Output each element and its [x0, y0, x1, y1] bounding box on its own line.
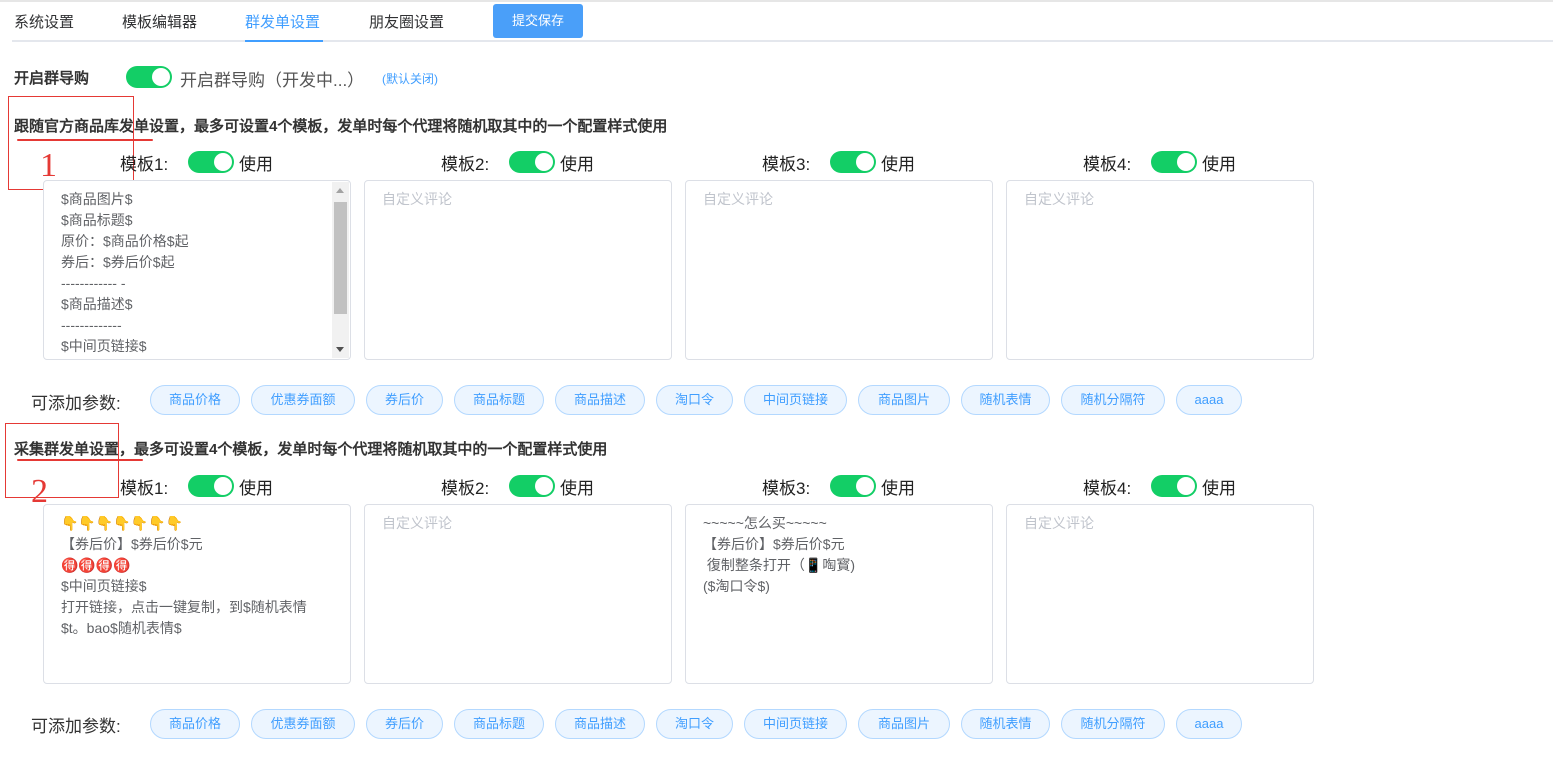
annotation-box-1 [8, 96, 134, 190]
group-buy-default-hint: (默认关闭) [382, 72, 438, 86]
template-2-label: 模板2: [441, 155, 490, 174]
template-4-label: 模板4: [1083, 479, 1132, 498]
switch-knob [214, 477, 232, 495]
tab-template-editor[interactable]: 模板编辑器 [122, 11, 197, 32]
tab-group-send-settings[interactable]: 群发单设置 [245, 11, 320, 32]
param-tag-product-image[interactable]: 商品图片 [858, 709, 950, 739]
params-label: 可添加参数: [31, 717, 121, 736]
template-1-label: 模板1: [120, 155, 169, 174]
params-label: 可添加参数: [31, 394, 121, 413]
template-2-placeholder: 自定义评论 [382, 191, 452, 207]
template-1-content: 👇👇👇👇👇👇👇 【券后价】$券后价$元 🉐🉐🉐🉐 $中间页链接$ 打开链接，点击… [61, 515, 307, 636]
switch-knob [152, 68, 170, 86]
param-tag-random-separator[interactable]: 随机分隔符 [1061, 385, 1165, 415]
scroll-thumb[interactable] [334, 202, 347, 314]
template-2-use-label: 使用 [560, 479, 594, 498]
param-tag-middle-page-link[interactable]: 中间页链接 [744, 709, 847, 739]
param-tag-random-emoji[interactable]: 随机表情 [961, 709, 1050, 739]
settings-tabs: 系统设置 模板编辑器 群发单设置 朋友圈设置 提交保存 [0, 0, 1553, 42]
template-3-placeholder: 自定义评论 [703, 191, 773, 207]
param-tag-coupon-amount[interactable]: 优惠券面额 [251, 709, 355, 739]
template-3-switch[interactable] [830, 151, 876, 173]
template-3-switch[interactable] [830, 475, 876, 497]
template-4-textarea[interactable]: 自定义评论 [1006, 180, 1314, 360]
annotation-underline-2 [17, 459, 143, 461]
template-4-switch[interactable] [1151, 475, 1197, 497]
param-tag-coupon-amount[interactable]: 优惠券面额 [251, 385, 355, 415]
scroll-down-arrow-icon[interactable] [336, 347, 344, 352]
annotation-underline-1 [17, 139, 153, 141]
param-tag-product-title[interactable]: 商品标题 [454, 385, 544, 415]
switch-knob [535, 477, 553, 495]
template-3-content: ~~~~~怎么买~~~~~ 【券后价】$券后价$元 復制整条打开（📱啕寳) ($… [703, 515, 855, 594]
template-2-switch[interactable] [509, 151, 555, 173]
template-4-label: 模板4: [1083, 155, 1132, 174]
template-3-textarea[interactable]: ~~~~~怎么买~~~~~ 【券后价】$券后价$元 復制整条打开（📱啕寳) ($… [685, 504, 993, 684]
param-tag-taobao-token[interactable]: 淘口令 [656, 385, 733, 415]
template-1-switch[interactable] [188, 151, 234, 173]
template-1-use-label: 使用 [239, 155, 273, 174]
textarea-scrollbar[interactable] [332, 182, 349, 358]
template-4-placeholder: 自定义评论 [1024, 515, 1094, 531]
template-2-placeholder: 自定义评论 [382, 515, 452, 531]
template-2-use-label: 使用 [560, 155, 594, 174]
template-4-placeholder: 自定义评论 [1024, 191, 1094, 207]
switch-knob [1177, 153, 1195, 171]
template-1-label: 模板1: [120, 479, 169, 498]
switch-knob [1177, 477, 1195, 495]
template-1-switch[interactable] [188, 475, 234, 497]
template-3-label: 模板3: [762, 479, 811, 498]
param-tag-product-price[interactable]: 商品价格 [150, 385, 240, 415]
scroll-up-arrow-icon[interactable] [336, 188, 344, 193]
switch-knob [856, 477, 874, 495]
template-2-switch[interactable] [509, 475, 555, 497]
template-3-textarea[interactable]: 自定义评论 [685, 180, 993, 360]
param-tag-product-price[interactable]: 商品价格 [150, 709, 240, 739]
param-tag-product-description[interactable]: 商品描述 [555, 385, 645, 415]
param-tag-after-coupon-price[interactable]: 券后价 [366, 709, 443, 739]
param-tag-taobao-token[interactable]: 淘口令 [656, 709, 733, 739]
group-buy-switch[interactable] [126, 66, 172, 88]
active-tab-indicator [245, 40, 323, 42]
submit-save-button[interactable]: 提交保存 [493, 4, 583, 38]
param-tag-aaaa[interactable]: aaaa [1176, 385, 1242, 415]
tabs-baseline [12, 40, 1553, 42]
template-2-label: 模板2: [441, 479, 490, 498]
param-tag-product-description[interactable]: 商品描述 [555, 709, 645, 739]
template-2-textarea[interactable]: 自定义评论 [364, 504, 672, 684]
template-1-textarea[interactable]: $商品图片$ $商品标题$ 原价：$商品价格$起 券后：$券后价$起 -----… [43, 180, 351, 360]
template-4-switch[interactable] [1151, 151, 1197, 173]
param-tag-aaaa[interactable]: aaaa [1176, 709, 1242, 739]
template-3-label: 模板3: [762, 155, 811, 174]
switch-knob [535, 153, 553, 171]
param-tag-product-image[interactable]: 商品图片 [858, 385, 950, 415]
template-3-use-label: 使用 [881, 155, 915, 174]
param-tag-random-emoji[interactable]: 随机表情 [961, 385, 1050, 415]
template-1-textarea[interactable]: 👇👇👇👇👇👇👇 【券后价】$券后价$元 🉐🉐🉐🉐 $中间页链接$ 打开链接，点击… [43, 504, 351, 684]
param-tag-random-separator[interactable]: 随机分隔符 [1061, 709, 1165, 739]
template-2-textarea[interactable]: 自定义评论 [364, 180, 672, 360]
template-1-content: $商品图片$ $商品标题$ 原价：$商品价格$起 券后：$券后价$起 -----… [61, 191, 189, 354]
template-4-textarea[interactable]: 自定义评论 [1006, 504, 1314, 684]
group-buy-label: 开启群导购 [14, 70, 90, 87]
group-buy-text: 开启群导购（开发中...） [180, 71, 365, 90]
tab-system-settings[interactable]: 系统设置 [14, 11, 74, 32]
template-4-use-label: 使用 [1202, 155, 1236, 174]
tab-moments-settings[interactable]: 朋友圈设置 [369, 11, 444, 32]
param-tag-product-title[interactable]: 商品标题 [454, 709, 544, 739]
switch-knob [214, 153, 232, 171]
param-tag-middle-page-link[interactable]: 中间页链接 [744, 385, 847, 415]
template-1-use-label: 使用 [239, 479, 273, 498]
template-4-use-label: 使用 [1202, 479, 1236, 498]
param-tag-after-coupon-price[interactable]: 券后价 [366, 385, 443, 415]
switch-knob [856, 153, 874, 171]
template-3-use-label: 使用 [881, 479, 915, 498]
